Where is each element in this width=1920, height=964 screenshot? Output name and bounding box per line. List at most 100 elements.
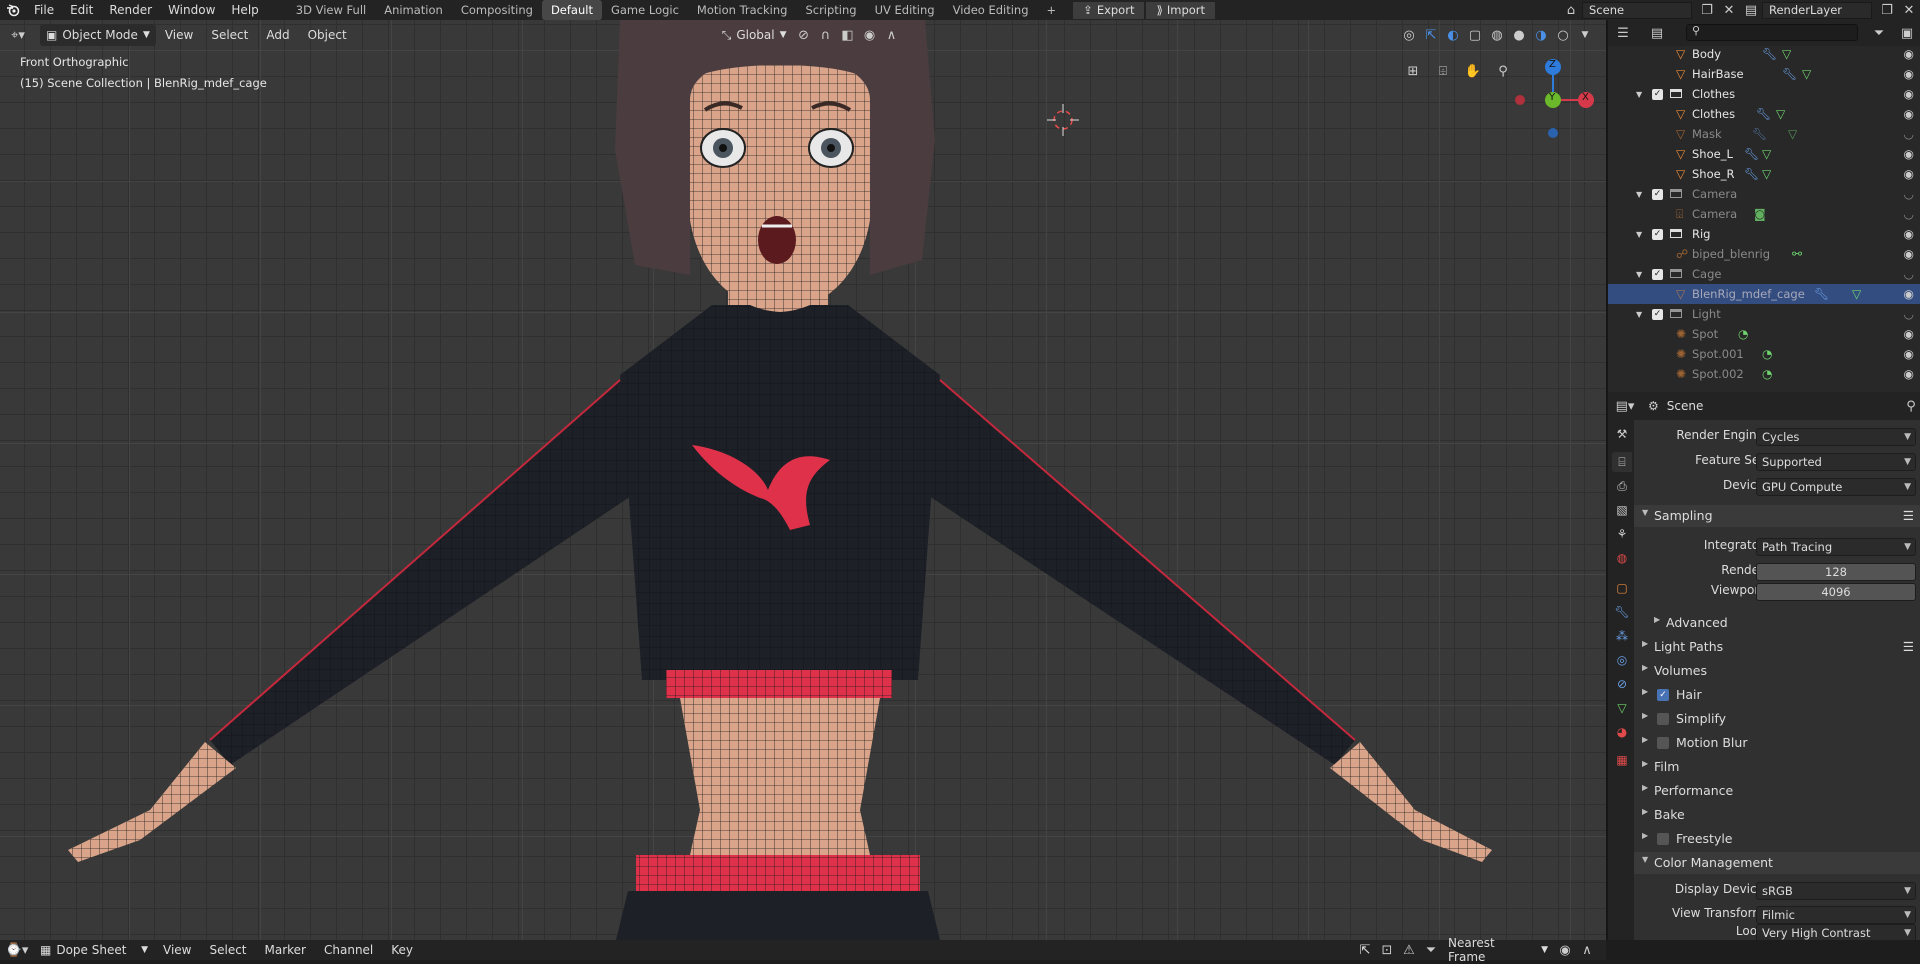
- outliner-row-shoe-r[interactable]: ▽ Shoe_R 🔧︎ ▽ ◉: [1608, 164, 1920, 184]
- motion-blur-checkbox[interactable]: [1657, 737, 1669, 749]
- snap-mode-selector[interactable]: Nearest Frame ▼: [1442, 936, 1554, 964]
- scene-copy-icon[interactable]: ❐: [1696, 0, 1718, 21]
- pin-icon[interactable]: ⚲: [1900, 395, 1920, 417]
- properties-editor-type-icon[interactable]: ▤▾: [1608, 395, 1642, 417]
- shading-wireframe-icon[interactable]: ◍: [1486, 24, 1508, 46]
- timeline-menu-view[interactable]: View: [154, 939, 200, 961]
- falloff-icon[interactable]: ∧: [1576, 939, 1598, 961]
- world-tab-icon[interactable]: ◍: [1612, 548, 1632, 568]
- navigation-gizmo[interactable]: Z X Y: [1508, 55, 1598, 145]
- checkbox-icon[interactable]: ✓: [1652, 308, 1663, 320]
- falloff-icon[interactable]: ∧: [881, 24, 903, 46]
- tab-default[interactable]: Default: [541, 0, 602, 20]
- shading-material-icon[interactable]: ◑: [1530, 24, 1552, 46]
- viewport-menu-object[interactable]: Object: [299, 24, 356, 46]
- filter-icon[interactable]: ⏷: [1868, 22, 1890, 44]
- outliner-row-hairbase[interactable]: ▽ HairBase 🔧︎ ▽ ◉: [1608, 64, 1920, 84]
- tab-scripting[interactable]: Scripting: [796, 0, 865, 20]
- tab-game-logic[interactable]: Game Logic: [602, 0, 688, 20]
- look-dropdown[interactable]: Very High Contrast ▼: [1756, 924, 1916, 940]
- object-tab-icon[interactable]: ▢: [1612, 578, 1632, 598]
- gizmo-toggle-icon[interactable]: ⇱: [1420, 24, 1442, 46]
- eye-icon[interactable]: ◉: [1904, 327, 1914, 341]
- outliner-row-biped-blenrig[interactable]: ☍ biped_blenrig ⚯ ◉: [1608, 244, 1920, 264]
- eye-icon[interactable]: ◉: [1904, 227, 1914, 241]
- tool-tab-icon[interactable]: ⚒: [1612, 424, 1632, 444]
- outliner-editor-type-icon[interactable]: ☰: [1612, 22, 1634, 44]
- viewport-menu-add[interactable]: Add: [257, 24, 298, 46]
- output-tab-icon[interactable]: ⎙: [1612, 476, 1632, 496]
- checkbox-icon[interactable]: ✓: [1652, 88, 1663, 100]
- snap-icon[interactable]: ∩: [815, 24, 837, 46]
- snap-target-icon[interactable]: ◧: [837, 24, 859, 46]
- viewport-menu-view[interactable]: View: [156, 24, 202, 46]
- blender-logo-icon[interactable]: [0, 0, 26, 21]
- camera-icon[interactable]: ⌹: [1432, 60, 1454, 82]
- filter-icon[interactable]: ⏷: [1420, 939, 1442, 961]
- eye-closed-icon[interactable]: ◡: [1904, 207, 1914, 221]
- outliner-row-mask[interactable]: ▽ Mask 🔧︎ ▽ ◡: [1608, 124, 1920, 144]
- checkbox-icon[interactable]: ✓: [1652, 188, 1663, 200]
- timeline-menu-marker[interactable]: Marker: [256, 939, 315, 961]
- sampling-panel-header[interactable]: ▼ Sampling ☰: [1634, 505, 1920, 527]
- timeline-menu-channel[interactable]: Channel: [315, 939, 382, 961]
- menu-render[interactable]: Render: [101, 0, 160, 20]
- eye-icon[interactable]: ◉: [1904, 247, 1914, 261]
- shading-solid-icon[interactable]: ●: [1508, 24, 1530, 46]
- eye-closed-icon[interactable]: ◡: [1904, 307, 1914, 321]
- viewport-menu-select[interactable]: Select: [202, 24, 257, 46]
- checkbox-icon[interactable]: ✓: [1652, 268, 1663, 280]
- bake-panel-header[interactable]: ▶ Bake: [1634, 804, 1920, 826]
- eye-closed-icon[interactable]: ◡: [1904, 267, 1914, 281]
- tab-uv-editing[interactable]: UV Editing: [866, 0, 944, 20]
- shading-rendered-icon[interactable]: ○: [1552, 24, 1574, 46]
- feature-set-dropdown[interactable]: Supported ▼: [1756, 453, 1916, 471]
- dope-sheet-editor-type-icon[interactable]: ⌚▾: [0, 939, 34, 961]
- show-hidden-icon[interactable]: ⊡: [1376, 939, 1398, 961]
- texture-tab-icon[interactable]: ▦: [1612, 750, 1632, 770]
- integrator-dropdown[interactable]: Path Tracing ▼: [1756, 538, 1916, 556]
- view-transform-dropdown[interactable]: Filmic ▼: [1756, 906, 1916, 924]
- scene-delete-icon[interactable]: ✕: [1718, 0, 1740, 21]
- dope-sheet-mode-selector[interactable]: ▦ Dope Sheet ▼: [34, 939, 154, 961]
- eye-icon[interactable]: ◉: [1904, 147, 1914, 161]
- scene-icon[interactable]: ⌂: [1560, 0, 1582, 21]
- constraints-tab-icon[interactable]: ⊘: [1612, 674, 1632, 694]
- proportional-edit-icon[interactable]: ◉: [1554, 939, 1576, 961]
- xray-icon[interactable]: ▢: [1464, 24, 1486, 46]
- outliner-row-spot[interactable]: ✺ Spot ◔ ◉: [1608, 324, 1920, 344]
- eye-icon[interactable]: ◉: [1904, 287, 1914, 301]
- modifier-tab-icon[interactable]: 🔧︎: [1612, 602, 1632, 622]
- outliner-row-cage-collection[interactable]: ▼ ✓ Cage ◡: [1608, 264, 1920, 284]
- outliner-row-blenrig-mdef-cage[interactable]: ▽ BlenRig_mdef_cage 🔧︎ ▽ ◉: [1608, 284, 1920, 304]
- export-button[interactable]: ⇪ Export: [1073, 1, 1145, 19]
- timeline-menu-select[interactable]: Select: [200, 939, 255, 961]
- material-tab-icon[interactable]: ◕: [1612, 722, 1632, 742]
- scene-selector[interactable]: Scene: [1582, 1, 1692, 19]
- outliner-row-shoe-l[interactable]: ▽ Shoe_L 🔧︎ ▽ ◉: [1608, 144, 1920, 164]
- shading-options-icon[interactable]: ▼: [1574, 24, 1596, 46]
- eye-icon[interactable]: ◉: [1904, 107, 1914, 121]
- display-mode-icon[interactable]: ▤: [1646, 22, 1668, 44]
- tab-animation[interactable]: Animation: [375, 0, 452, 20]
- color-management-panel-header[interactable]: ▼ Color Management: [1634, 852, 1920, 874]
- outliner-search-input[interactable]: [1686, 24, 1858, 41]
- performance-panel-header[interactable]: ▶ Performance: [1634, 780, 1920, 802]
- outliner-row-clothes-collection[interactable]: ▼ ✓ Clothes ◉: [1608, 84, 1920, 104]
- motion-blur-panel-header[interactable]: ▶ Motion Blur: [1634, 732, 1920, 754]
- freestyle-panel-header[interactable]: ▶ Freestyle: [1634, 828, 1920, 850]
- view-layer-selector[interactable]: RenderLayer: [1762, 1, 1872, 19]
- presets-icon[interactable]: ☰: [1903, 508, 1914, 523]
- eye-icon[interactable]: ◉: [1904, 347, 1914, 361]
- view-layer-copy-icon[interactable]: ❐: [1876, 0, 1898, 21]
- import-button[interactable]: ⟫ Import: [1146, 1, 1216, 19]
- volumes-panel-header[interactable]: ▶ Volumes: [1634, 660, 1920, 682]
- scene-tab-icon[interactable]: ⚘: [1612, 524, 1632, 544]
- outliner-row-spot-002[interactable]: ✺ Spot.002 ◔ ◉: [1608, 364, 1920, 384]
- film-panel-header[interactable]: ▶ Film: [1634, 756, 1920, 778]
- outliner-row-rig-collection[interactable]: ▼ ✓ Rig ◉: [1608, 224, 1920, 244]
- outliner-row-spot-001[interactable]: ✺ Spot.001 ◔ ◉: [1608, 344, 1920, 364]
- particles-tab-icon[interactable]: ⁂: [1612, 626, 1632, 646]
- eye-icon[interactable]: ◉: [1904, 167, 1914, 181]
- data-tab-icon[interactable]: ▽: [1612, 698, 1632, 718]
